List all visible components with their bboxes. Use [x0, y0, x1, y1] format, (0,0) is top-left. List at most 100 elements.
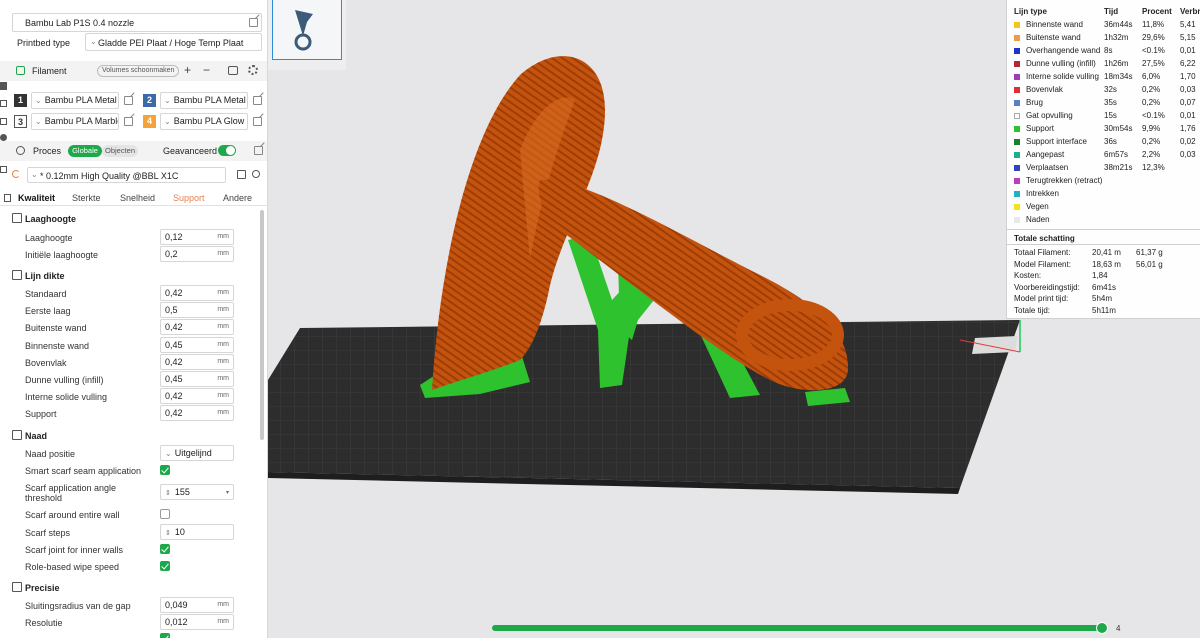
process-preset-select[interactable]: ⌄ * 0.12mm High Quality @BBL X1C [27, 167, 226, 183]
line-width-default-input[interactable]: 0,42 mm [160, 285, 234, 301]
next-option-checkbox[interactable] [160, 633, 170, 638]
resolution-input[interactable]: 0,012 mm [160, 614, 234, 630]
legend-row[interactable]: Binnenste wand 36m44s 11,8% 5,41 [1007, 19, 1200, 32]
scarf-inner-walls-label: Scarf joint for inner walls [25, 545, 124, 555]
legend-row[interactable]: Verplaatsen 38m21s 12,3% [1007, 162, 1200, 175]
legend-row[interactable]: Intrekken [1007, 188, 1200, 201]
totals-title: Totale schatting [1014, 234, 1075, 243]
layer-height-input[interactable]: 0,12 mm [160, 229, 234, 245]
line-width-top-surface-input[interactable]: 0,42 mm [160, 354, 234, 370]
seam-position-select[interactable]: ⌄ Uitgelijnd [160, 445, 234, 461]
spinner-arrows-icon[interactable]: ⇕ [165, 530, 171, 537]
edit-filament-1-icon[interactable] [124, 96, 133, 105]
legend-filament: 0,02 [1180, 137, 1196, 146]
smart-scarf-checkbox[interactable] [160, 465, 170, 475]
layer-slider-handle[interactable] [1096, 622, 1108, 634]
legend-filament: 6,22 [1180, 59, 1196, 68]
filament-icon [16, 66, 25, 75]
gap-closing-radius-input[interactable]: 0,049 mm [160, 597, 234, 613]
scarf-entire-wall-checkbox[interactable] [160, 509, 170, 519]
legend-divider [1007, 229, 1200, 230]
legend-row[interactable]: Support 30m54s 9,9% 1,76 [1007, 123, 1200, 136]
toolbar-icon-7[interactable] [0, 166, 7, 173]
spinner-arrows-icon[interactable]: ⇕ [165, 490, 171, 497]
legend-row[interactable]: Vegen [1007, 201, 1200, 214]
legend-row[interactable]: Overhangende wand 8s <0.1% 0,01 [1007, 45, 1200, 58]
tab-snelheid[interactable]: Snelheid [120, 193, 155, 203]
sync-filament-icon[interactable] [228, 66, 238, 75]
filament-slot-3-number: 3 [14, 115, 27, 128]
edit-process-icon[interactable] [254, 146, 263, 155]
legend-row[interactable]: Gat opvulling 15s <0.1% 0,01 [1007, 110, 1200, 123]
edit-printer-icon[interactable] [249, 18, 258, 27]
filament-slot-3-select[interactable]: ⌄ Bambu PLA Marble [31, 113, 119, 130]
gap-closing-radius-value: 0,049 [165, 600, 188, 610]
line-width-sparse-infill-label: Dunne vulling (infill) [25, 375, 104, 385]
toolbar-icon-2[interactable] [0, 82, 7, 90]
total-value-a: 5h11m [1092, 305, 1116, 315]
line-width-internal-solid-input[interactable]: 0,42 mm [160, 388, 234, 404]
line-width-sparse-infill-input[interactable]: 0,45 mm [160, 371, 234, 387]
edit-filament-4-icon[interactable] [253, 117, 262, 126]
settings-gear-icon[interactable] [248, 65, 258, 75]
legend-row[interactable]: Buitenste wand 1h32m 29,6% 5,15 [1007, 32, 1200, 45]
printer-select[interactable]: Bambu Lab P1S 0.4 nozzle [12, 13, 262, 32]
legend-row[interactable]: Terugtrekken (retract) [1007, 175, 1200, 188]
search-icon[interactable] [252, 170, 260, 178]
legend-time: 6m57s [1104, 150, 1129, 159]
line-width-support-input[interactable]: 0,42 mm [160, 405, 234, 421]
line-width-first-layer-input[interactable]: 0,5 mm [160, 302, 234, 318]
add-filament-icon[interactable]: + [184, 63, 191, 77]
scarf-steps-input[interactable]: ⇕ 10 [160, 524, 234, 540]
scarf-inner-walls-checkbox[interactable] [160, 544, 170, 554]
legend-row[interactable]: Aangepast 6m57s 2,2% 0,03 [1007, 149, 1200, 162]
clean-volumes-button[interactable]: Volumes schoonmaken [97, 65, 180, 77]
scarf-angle-spinner[interactable]: ⇕ 155 ▾ [160, 484, 234, 500]
layer-slider-track[interactable] [492, 625, 1104, 631]
spinner-dropdown-icon[interactable]: ▾ [226, 486, 229, 500]
legend-percent: 0,2% [1142, 137, 1161, 146]
toolbar-icon-4[interactable] [0, 118, 7, 125]
filament-slot-2-select[interactable]: ⌄ Bambu PLA Metal [160, 92, 248, 109]
plate-type-value: Gladde PEI Plaat / Hoge Temp Plaat [98, 38, 244, 48]
legend-percent: 6,0% [1142, 72, 1161, 81]
legend-row[interactable]: Support interface 36s 0,2% 0,02 [1007, 136, 1200, 149]
legend-row[interactable]: Bovenvlak 32s 0,2% 0,03 [1007, 84, 1200, 97]
toolbar-icon-5[interactable] [0, 134, 7, 141]
plate-marking [972, 336, 1018, 354]
plate-thumbnail[interactable] [272, 0, 342, 60]
edit-filament-2-icon[interactable] [253, 96, 262, 105]
tab-support[interactable]: Support [173, 193, 205, 203]
legend-row[interactable]: Interne solide vulling 18m34s 6,0% 1,70 [1007, 71, 1200, 84]
filament-slot-1-select[interactable]: ⌄ Bambu PLA Metal [31, 92, 119, 109]
tab-andere[interactable]: Andere [223, 193, 252, 203]
legend-row[interactable]: Naden [1007, 214, 1200, 227]
role-wipe-speed-checkbox[interactable] [160, 561, 170, 571]
initial-layer-height-input[interactable]: 0,2 mm [160, 246, 234, 262]
filament-slot-4-select[interactable]: ⌄ Bambu PLA Glow [160, 113, 248, 130]
preset-refresh-icon[interactable] [12, 170, 20, 178]
line-width-first-layer-label: Eerste laag [25, 306, 71, 316]
legend-color-swatch [1014, 74, 1020, 80]
process-global-toggle[interactable]: Globale [68, 145, 102, 157]
process-objects-toggle[interactable]: Objecten [102, 145, 138, 157]
line-width-inner-wall-input[interactable]: 0,45 mm [160, 337, 234, 353]
line-width-internal-solid-label: Interne solide vulling [25, 392, 108, 402]
total-label: Totaal Filament: [1014, 248, 1071, 257]
edit-filament-3-icon[interactable] [124, 117, 133, 126]
tab-sterkte[interactable]: Sterkte [72, 193, 101, 203]
plate-type-select[interactable]: ⌄ Gladde PEI Plaat / Hoge Temp Plaat [85, 33, 262, 51]
toolbar-icon-3[interactable] [0, 100, 7, 107]
save-preset-icon[interactable] [237, 170, 246, 179]
remove-filament-icon[interactable]: − [203, 63, 210, 77]
line-width-outer-wall-input[interactable]: 0,42 mm [160, 319, 234, 335]
tab-underline [0, 205, 267, 206]
settings-scrollbar[interactable] [260, 210, 264, 440]
total-label: Model Filament: [1014, 259, 1071, 269]
scarf-steps-label: Scarf steps [25, 528, 71, 538]
tab-kwaliteit[interactable]: Kwaliteit [18, 193, 55, 203]
advanced-switch[interactable] [218, 145, 236, 156]
legend-row[interactable]: Dunne vulling (infill) 1h26m 27,5% 6,22 [1007, 58, 1200, 71]
legend-row[interactable]: Brug 35s 0,2% 0,07 [1007, 97, 1200, 110]
line-width-support-label: Support [25, 409, 57, 419]
